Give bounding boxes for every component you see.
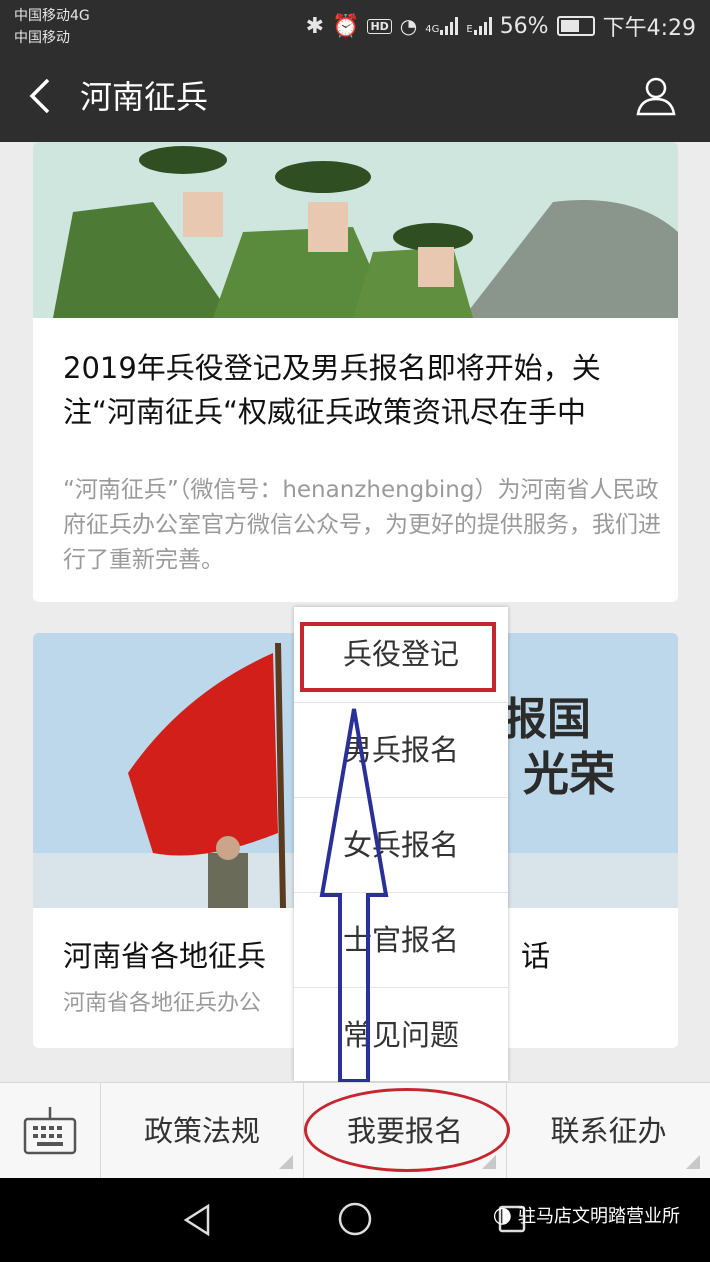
wifi-icon: ◔ — [399, 14, 418, 38]
hd-badge: HD — [367, 18, 392, 34]
signal-4g-icon: 4G — [425, 17, 459, 35]
article-title-end: 话 — [521, 939, 551, 973]
system-back-icon[interactable] — [180, 1202, 216, 1238]
signal-e-icon: E — [466, 17, 492, 35]
submenu-indicator-icon — [279, 1155, 293, 1169]
highlight-ellipse-annotation — [304, 1088, 510, 1172]
watermark: ◑ 驻马店文明踏营业所 — [493, 1202, 680, 1228]
carrier-secondary: 中国移动 — [14, 30, 70, 46]
up-arrow-annotation — [319, 708, 389, 1083]
profile-icon[interactable] — [632, 72, 680, 120]
banner-text-line2: 光荣 — [523, 747, 615, 801]
system-home-icon[interactable] — [336, 1200, 374, 1238]
status-bar: 中国移动4G 中国移动 ✱ ⏰ HD ◔ 4G E 56% 下午4:29 — [0, 0, 710, 50]
system-navigation-bar: ◑ 驻马店文明踏营业所 — [0, 1178, 710, 1262]
clock: 下午4:29 — [602, 16, 696, 41]
bluetooth-icon: ✱ — [305, 13, 325, 39]
article-cover-image — [33, 142, 678, 318]
carrier-primary: 中国移动4G — [14, 8, 90, 24]
battery-percent: 56% — [499, 13, 549, 39]
nav-bar: 河南征兵 — [0, 50, 710, 142]
submenu-indicator-icon — [686, 1155, 700, 1169]
network-e-label: E — [466, 24, 473, 35]
tab-label: 政策法规 — [143, 1114, 260, 1148]
network-4g-label: 4G — [425, 24, 440, 35]
tab-contact[interactable]: 联系征办 — [507, 1083, 710, 1179]
wechat-logo-icon: ◑ — [492, 1202, 512, 1228]
article-title-start: 河南省各地征兵 — [63, 939, 267, 973]
tab-label: 联系征办 — [550, 1114, 667, 1148]
back-arrow-icon[interactable] — [22, 74, 62, 118]
page-title: 河南征兵 — [80, 78, 209, 116]
tab-policy[interactable]: 政策法规 — [101, 1083, 304, 1179]
watermark-text: 驻马店文明踏营业所 — [518, 1206, 680, 1227]
status-icons: ✱ ⏰ HD ◔ 4G E 56% 下午4:29 — [306, 10, 696, 42]
keyboard-toggle[interactable] — [0, 1083, 101, 1179]
highlight-box-annotation — [300, 622, 496, 692]
alarm-icon: ⏰ — [332, 13, 360, 39]
article-card[interactable]: 2019年兵役登记及男兵报名即将开始，关注“河南征兵“权威征兵政策资讯尽在手中 … — [33, 142, 678, 602]
battery-icon — [556, 16, 595, 36]
article-summary: “河南征兵”（微信号：henanzhengbing）为河南省人民政府征兵办公室官… — [63, 477, 661, 573]
keyboard-icon — [23, 1107, 77, 1155]
article-title: 2019年兵役登记及男兵报名即将开始，关注“河南征兵“权威征兵政策资讯尽在手中 — [63, 351, 601, 429]
